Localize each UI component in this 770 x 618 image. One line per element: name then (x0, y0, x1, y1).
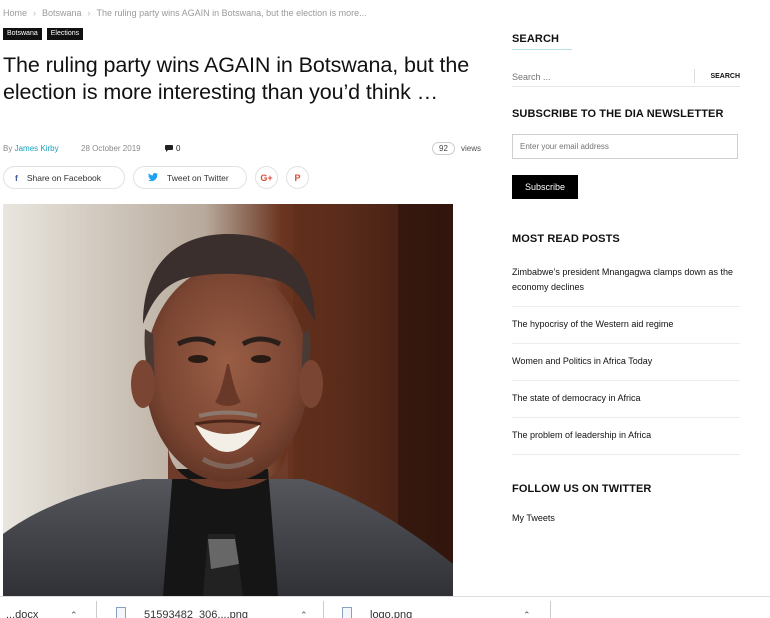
download-filename: ...docx (6, 609, 39, 618)
newsletter-widget-title: SUBSCRIBE TO THE DIA NEWSLETTER (512, 108, 724, 120)
most-read-list: Zimbabwe’s president Mnangagwa clamps do… (512, 262, 740, 455)
chevron-up-icon[interactable]: ⌃ (523, 610, 531, 618)
breadcrumb-separator-icon: › (33, 8, 37, 18)
publish-date: 28 October 2019 (81, 144, 141, 153)
share-pinterest-button[interactable]: P (286, 166, 309, 189)
category-tag-elections[interactable]: Elections (46, 28, 84, 40)
download-divider (323, 601, 324, 618)
googleplus-icon: G+ (260, 172, 273, 183)
search-button[interactable]: SEARCH (694, 69, 740, 83)
chevron-up-icon[interactable]: ⌃ (300, 610, 308, 618)
share-googleplus-button[interactable]: G+ (255, 166, 278, 189)
share-twitter-label: Tweet on Twitter (167, 172, 229, 183)
article-title: The ruling party wins AGAIN in Botswana,… (3, 53, 470, 104)
facebook-icon: f (15, 172, 18, 183)
most-read-item[interactable]: The problem of leadership in Africa (512, 418, 740, 455)
search-input-underline (512, 86, 740, 87)
file-icon (342, 607, 352, 618)
twitter-widget-title: FOLLOW US ON TWITTER (512, 483, 652, 495)
category-tags: Botswana Elections (3, 28, 84, 40)
breadcrumb-current: The ruling party wins AGAIN in Botswana,… (96, 8, 367, 18)
search-widget-title: SEARCH (512, 33, 560, 45)
portrait-image (3, 204, 453, 596)
share-twitter-button[interactable]: Tweet on Twitter (133, 166, 247, 189)
chevron-up-icon[interactable]: ⌃ (70, 610, 78, 618)
most-read-item[interactable]: Zimbabwe’s president Mnangagwa clamps do… (512, 262, 740, 307)
views-count: 92 (432, 142, 455, 155)
download-divider (550, 601, 551, 618)
share-buttons: f Share on Facebook Tweet on Twitter G+ P (3, 166, 309, 189)
views-label: views (461, 144, 482, 153)
comments-count[interactable]: 0 (165, 144, 180, 153)
author-link[interactable]: James Kirby (15, 144, 59, 153)
search-title-underline (512, 49, 572, 50)
breadcrumb-separator-icon: › (87, 8, 91, 18)
breadcrumb-section[interactable]: Botswana (42, 8, 82, 18)
subscribe-button[interactable]: Subscribe (512, 175, 578, 199)
search-input[interactable] (512, 69, 694, 85)
breadcrumb-home[interactable]: Home (3, 8, 27, 18)
download-divider (96, 601, 97, 618)
my-tweets-link[interactable]: My Tweets (512, 513, 555, 523)
breadcrumb: Home › Botswana › The ruling party wins AGAI… (3, 8, 367, 18)
email-field[interactable] (512, 134, 738, 159)
most-read-widget-title: MOST READ POSTS (512, 233, 620, 245)
download-item[interactable]: logo.png ⌃ (338, 597, 544, 618)
comments-count-value: 0 (176, 144, 181, 153)
comment-icon (165, 145, 173, 152)
pinterest-icon: P (294, 172, 301, 183)
download-bar: ...docx ⌃ 51593482_306....png ⌃ logo.png… (0, 596, 770, 618)
most-read-item[interactable]: The hypocrisy of the Western aid regime (512, 307, 740, 344)
most-read-item[interactable]: Women and Politics in Africa Today (512, 344, 740, 381)
share-facebook-button[interactable]: f Share on Facebook (3, 166, 125, 189)
file-icon (116, 607, 126, 618)
category-tag-botswana[interactable]: Botswana (3, 28, 42, 40)
download-item[interactable]: ...docx ⌃ (0, 597, 92, 618)
most-read-item[interactable]: The state of democracy in Africa (512, 381, 740, 418)
twitter-icon (148, 172, 158, 183)
share-facebook-label: Share on Facebook (26, 172, 102, 183)
download-filename: logo.png (370, 609, 413, 618)
byline-prefix: By (3, 144, 13, 153)
article-featured-image (3, 204, 453, 596)
byline: By James Kirby (3, 144, 59, 153)
download-item[interactable]: 51593482_306....png ⌃ (112, 597, 318, 618)
article-meta: By James Kirby 28 October 2019 0 92 view… (3, 142, 483, 156)
download-filename: 51593482_306....png (144, 609, 248, 618)
